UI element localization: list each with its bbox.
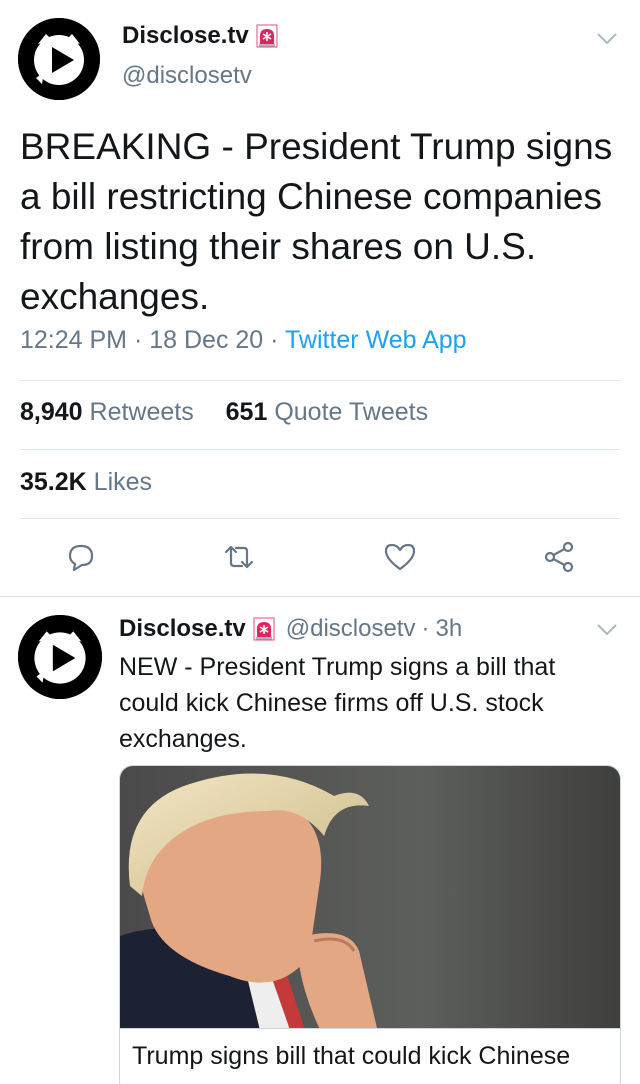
meta-separator: · xyxy=(421,615,430,642)
main-tweet: Disclose.tv @disclosetv BREAKING - Presi… xyxy=(0,0,640,596)
author-name-line[interactable]: Disclose.tv xyxy=(122,22,279,50)
tweet-date: 18 Dec 20 xyxy=(149,326,264,354)
link-card[interactable]: Trump signs bill that could kick Chinese xyxy=(119,765,621,1084)
tweet-meta: 12:24 PM · 18 Dec 20 · Twitter Web App xyxy=(20,326,467,355)
like-icon[interactable] xyxy=(383,540,417,574)
quote-tweets-label: Quote Tweets xyxy=(274,398,429,426)
meta-separator: · xyxy=(133,326,143,354)
card-title[interactable]: Trump signs bill that could kick Chinese xyxy=(132,1042,570,1071)
likes-count: 35.2K xyxy=(20,468,87,496)
author-handle[interactable]: @disclosetv xyxy=(122,62,252,90)
author-name-line[interactable]: Disclose.tv @disclosetv · 3h xyxy=(119,615,462,643)
disclose-logo-icon xyxy=(18,18,100,100)
share-icon[interactable] xyxy=(542,540,576,574)
tweet-time: 12:24 PM xyxy=(20,326,128,354)
author-handle[interactable]: @disclosetv xyxy=(286,615,416,643)
divider xyxy=(20,518,620,519)
siren-icon xyxy=(252,617,276,641)
avatar[interactable] xyxy=(18,615,102,699)
chevron-down-icon[interactable] xyxy=(596,32,618,46)
tweet-age[interactable]: 3h xyxy=(435,615,462,643)
reply-icon[interactable] xyxy=(64,540,98,574)
engagement-stats: 8,940 Retweets 651 Quote Tweets xyxy=(20,398,428,427)
siren-icon xyxy=(255,24,279,48)
avatar[interactable] xyxy=(18,18,100,100)
meta-separator: · xyxy=(270,326,279,354)
divider xyxy=(20,380,620,381)
likes-label: Likes xyxy=(93,468,153,496)
display-name[interactable]: Disclose.tv xyxy=(122,22,249,50)
retweet-icon[interactable] xyxy=(222,540,256,574)
action-bar xyxy=(0,540,640,580)
card-image xyxy=(120,766,620,1028)
retweets-stat[interactable]: 8,940 Retweets xyxy=(20,398,201,426)
card-separator xyxy=(120,1028,620,1029)
quote-tweets-stat[interactable]: 651 Quote Tweets xyxy=(226,398,428,426)
divider xyxy=(20,449,620,450)
tweet-text: NEW - President Trump signs a bill that … xyxy=(119,653,556,753)
tweet-text: BREAKING - President Trump signs a bill … xyxy=(20,126,613,317)
tweet-source-link[interactable]: Twitter Web App xyxy=(285,326,467,354)
chevron-down-icon[interactable] xyxy=(596,623,618,637)
retweets-count: 8,940 xyxy=(20,398,83,426)
disclose-logo-icon xyxy=(18,615,102,699)
display-name[interactable]: Disclose.tv xyxy=(119,615,246,643)
retweets-label: Retweets xyxy=(89,398,194,426)
timeline-tweet[interactable]: Disclose.tv @disclosetv · 3h NEW - Presi… xyxy=(0,597,640,1084)
quote-tweets-count: 651 xyxy=(225,398,268,426)
likes-stat[interactable]: 35.2K Likes xyxy=(20,468,152,497)
